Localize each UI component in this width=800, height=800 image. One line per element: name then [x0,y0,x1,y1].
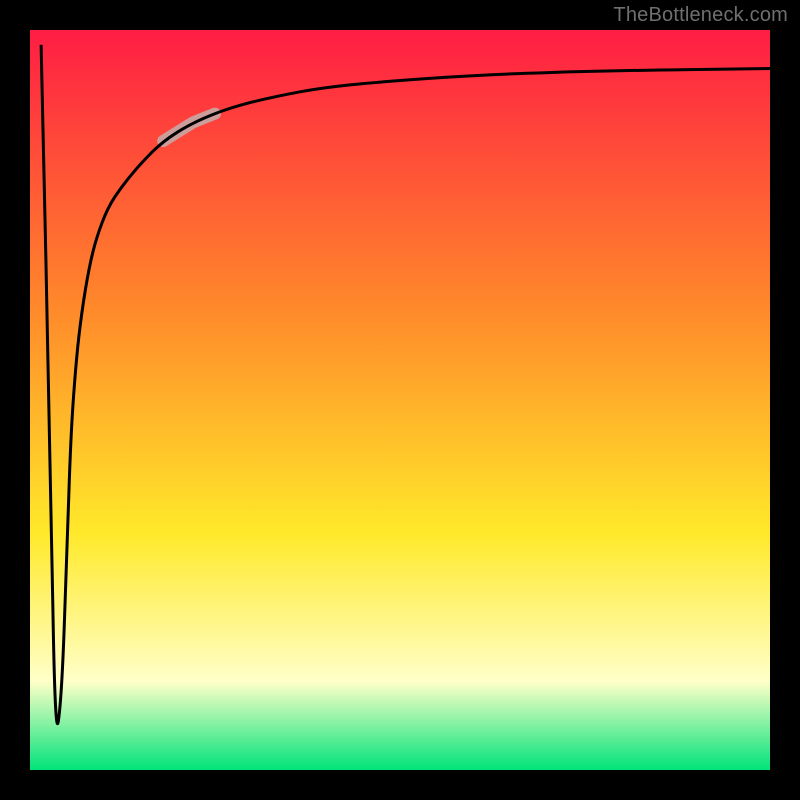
plot-area [30,30,770,770]
chart-canvas [30,30,770,770]
gradient-background [30,30,770,770]
outer-frame: TheBottleneck.com [0,0,800,800]
watermark-text: TheBottleneck.com [613,4,788,27]
